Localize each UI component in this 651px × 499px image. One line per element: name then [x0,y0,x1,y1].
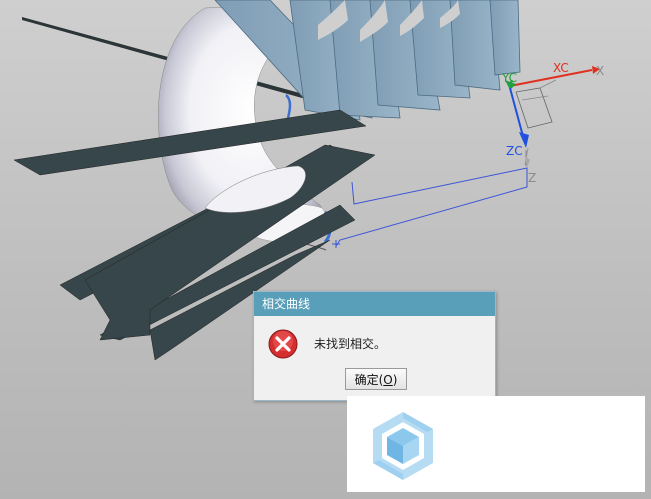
ok-button-mnemonic: O [383,372,393,387]
ok-button-label: 确定 [354,372,379,387]
yc-axis-label: YC [501,71,517,85]
zc-axis-label: ZC [506,144,523,158]
selection-outline [335,167,528,247]
z-axis-label: Z [528,171,536,185]
overlay-panel [347,396,645,492]
intersection-curve-dialog: 相交曲线 未找到相交。 确定(O) [253,291,496,401]
dialog-message: 未找到相交。 [314,337,387,351]
cube-logo-icon [373,412,433,480]
ok-button[interactable]: 确定(O) [345,368,407,390]
error-icon [268,329,298,359]
x-axis-label: X [596,64,604,78]
coordinate-triad: XC X YC ZC Z [501,61,604,185]
xc-axis-label: XC [553,61,569,75]
bulb-blue-edge-upper [285,94,292,119]
dialog-title[interactable]: 相交曲线 [254,292,495,316]
x-axis-line [509,69,593,87]
